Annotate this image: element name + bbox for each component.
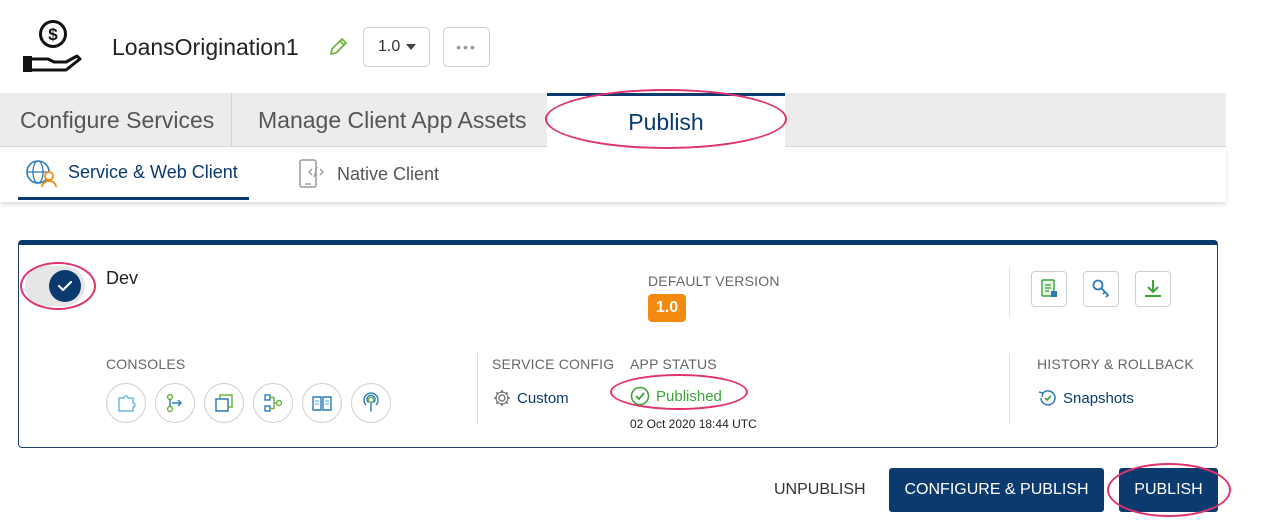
snapshots-label: Snapshots [1063, 389, 1134, 407]
default-version-badge: 1.0 [648, 294, 686, 322]
environment-name: Dev [106, 268, 139, 288]
service-config-label: SERVICE CONFIG [492, 356, 615, 372]
app-loan-icon: $ [20, 18, 82, 74]
version-dropdown[interactable]: 1.0 [363, 27, 430, 67]
subtab-service-web-client-label: Service & Web Client [68, 162, 238, 182]
service-config-custom-link[interactable]: Custom [492, 388, 569, 408]
check-icon [49, 270, 81, 302]
tab-manage-client-app-assets[interactable]: Manage Client App Assets [258, 93, 527, 147]
consoles-label: CONSOLES [106, 356, 186, 372]
divider [1009, 353, 1010, 425]
default-version-label: DEFAULT VERSION [648, 273, 780, 289]
mobile-code-icon [299, 159, 324, 188]
configure-publish-button[interactable]: CONFIGURE & PUBLISH [889, 468, 1104, 512]
download-icon [1145, 280, 1161, 297]
edit-pencil-icon[interactable] [327, 36, 349, 58]
version-dropdown-value: 1.0 [378, 38, 401, 55]
keys-button[interactable] [1083, 271, 1119, 307]
more-options-button[interactable]: ••• [443, 27, 490, 67]
divider [477, 353, 478, 425]
tab-publish[interactable]: Publish [547, 93, 785, 148]
chevron-down-icon [406, 44, 417, 50]
app-config-icon [1041, 279, 1057, 297]
subtab-service-web-client[interactable]: Service & Web Client [18, 148, 249, 200]
publish-button[interactable]: PUBLISH [1119, 468, 1218, 512]
key-icon [1092, 279, 1110, 298]
app-config-button[interactable] [1031, 271, 1067, 307]
orchestration-console-icon[interactable] [253, 383, 293, 423]
objects-console-icon[interactable] [204, 383, 244, 423]
subtab-native-client[interactable]: Native Client [297, 148, 439, 200]
gear-icon [494, 390, 510, 406]
app-status-value: Published [656, 387, 722, 405]
tab-divider [231, 93, 232, 147]
app-status-timestamp: 02 Oct 2020 18:44 UTC [630, 417, 757, 431]
subtab-native-client-label: Native Client [337, 163, 440, 184]
service-config-value: Custom [517, 389, 569, 407]
identity-console-icon[interactable] [106, 383, 146, 423]
environment-toggle[interactable] [25, 266, 85, 306]
check-circle-icon [630, 386, 650, 406]
console-icon-list [106, 383, 391, 423]
app-status: Published [630, 386, 722, 406]
divider [1009, 267, 1010, 317]
main-tabbar: Configure Services Manage Client App Ass… [0, 93, 1226, 148]
globe-user-icon [26, 159, 57, 187]
app-status-label: APP STATUS [630, 356, 717, 372]
sub-tabbar: Service & Web Client Native Client [0, 148, 1226, 202]
tab-configure-services[interactable]: Configure Services [20, 93, 230, 147]
api-docs-console-icon[interactable] [302, 383, 342, 423]
engagement-console-icon[interactable] [351, 383, 391, 423]
environment-card: Dev DEFAULT VERSION 1.0 CONSOLES SERVICE… [18, 240, 1218, 448]
unpublish-button[interactable]: UNPUBLISH [774, 481, 866, 499]
history-icon [1038, 390, 1056, 406]
app-title: LoansOrigination1 [112, 34, 299, 60]
integration-console-icon[interactable] [155, 383, 195, 423]
svg-text:$: $ [48, 25, 58, 44]
download-button[interactable] [1135, 271, 1171, 307]
history-rollback-label: HISTORY & ROLLBACK [1037, 356, 1194, 372]
snapshots-link[interactable]: Snapshots [1037, 388, 1134, 408]
